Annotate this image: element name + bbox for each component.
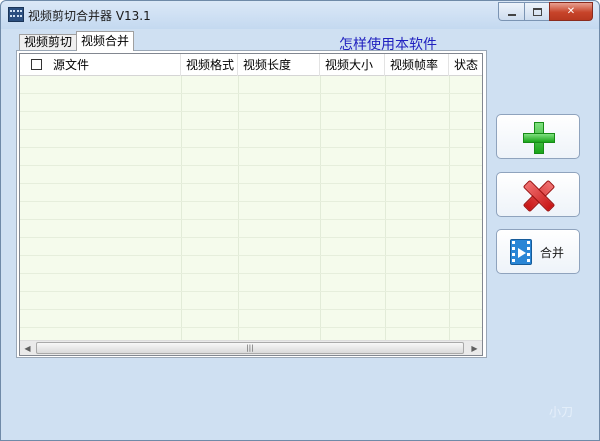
- close-button[interactable]: ✕: [549, 2, 593, 21]
- title-bar[interactable]: 视频剪切合并器 V13.1 ✕: [1, 1, 599, 29]
- grid-line: [20, 147, 482, 148]
- window-title: 视频剪切合并器 V13.1: [28, 9, 151, 23]
- list-body[interactable]: [20, 76, 482, 341]
- grid-line: [20, 93, 482, 94]
- remove-file-button[interactable]: [496, 172, 580, 217]
- grid-line: [20, 255, 482, 256]
- scroll-grip: |||: [246, 344, 254, 352]
- minimize-icon: [507, 13, 516, 16]
- green-plus-icon: [523, 122, 555, 154]
- grid-line: [20, 291, 482, 292]
- grid-line: [320, 76, 321, 341]
- maximize-icon: [532, 7, 542, 16]
- tab-video-cut[interactable]: 视频剪切: [19, 34, 78, 50]
- window-controls: ✕: [498, 2, 593, 21]
- merge-button-label: 合并: [540, 246, 565, 260]
- watermark: 小刀: [549, 405, 574, 419]
- grid-line: [20, 273, 482, 274]
- grid-line: [449, 76, 450, 341]
- maximize-button[interactable]: [524, 2, 549, 21]
- grid-line: [238, 76, 239, 341]
- scroll-left-icon[interactable]: ◀: [20, 341, 35, 355]
- grid-line: [20, 327, 482, 328]
- grid-line: [20, 309, 482, 310]
- column-header-size[interactable]: 视频大小: [320, 54, 385, 76]
- grid-line: [20, 111, 482, 112]
- close-icon: ✕: [566, 6, 576, 17]
- list-header: 源文件 视频格式 视频长度 视频大小 视频帧率 状态: [20, 54, 482, 76]
- grid-line: [20, 129, 482, 130]
- add-file-button[interactable]: [496, 114, 580, 159]
- column-header-status[interactable]: 状态: [449, 54, 482, 76]
- grid-line: [181, 76, 182, 341]
- column-header-framerate[interactable]: 视频帧率: [385, 54, 449, 76]
- play-triangle-icon: [518, 248, 526, 258]
- scroll-thumb[interactable]: |||: [36, 342, 464, 354]
- minimize-button[interactable]: [498, 2, 524, 21]
- grid-line: [20, 201, 482, 202]
- grid-line: [20, 237, 482, 238]
- grid-line: [20, 183, 482, 184]
- horizontal-scrollbar[interactable]: ◀ ||| ▶: [20, 340, 482, 355]
- film-strip-icon: [8, 7, 24, 22]
- grid-line: [20, 219, 482, 220]
- grid-line: [385, 76, 386, 341]
- app-window: 视频剪切合并器 V13.1 ✕ 视频剪切 视频合并 怎样使用本软件 源文件 视频…: [0, 0, 600, 441]
- select-all-checkbox[interactable]: [31, 59, 42, 70]
- grid-line: [20, 165, 482, 166]
- column-header-source[interactable]: 源文件: [50, 54, 181, 76]
- scroll-right-icon[interactable]: ▶: [467, 341, 482, 355]
- column-header-format[interactable]: 视频格式: [181, 54, 238, 76]
- merge-button[interactable]: 合并: [496, 229, 580, 274]
- film-play-icon: [510, 239, 532, 265]
- file-list[interactable]: 源文件 视频格式 视频长度 视频大小 视频帧率 状态 ◀ ||| ▶: [19, 53, 483, 356]
- column-header-length[interactable]: 视频长度: [238, 54, 320, 76]
- tab-video-merge[interactable]: 视频合并: [76, 31, 135, 51]
- red-x-icon: [524, 181, 552, 209]
